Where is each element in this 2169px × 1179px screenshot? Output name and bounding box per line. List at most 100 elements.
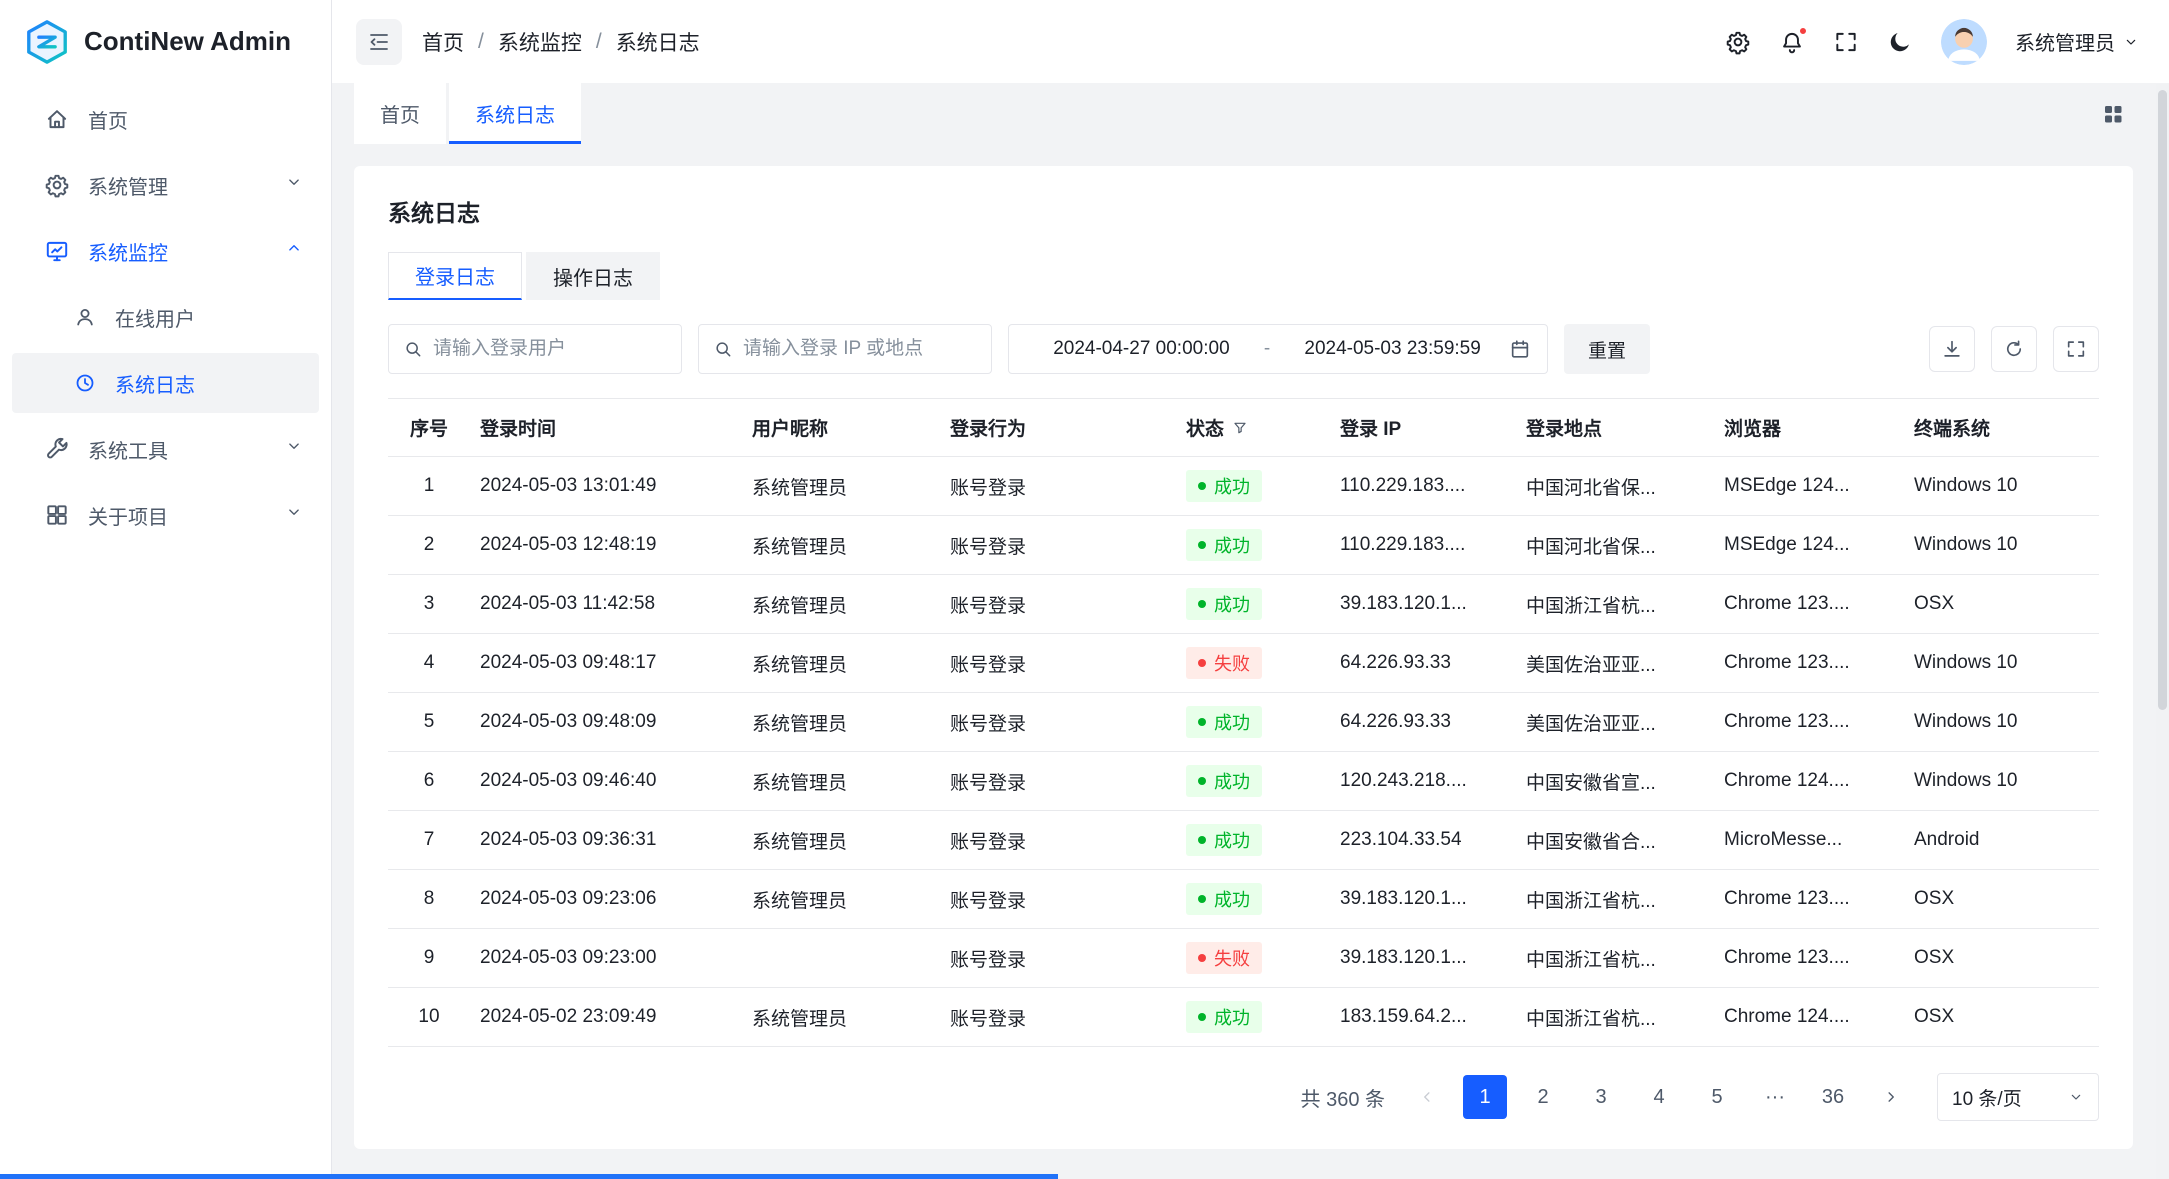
cell-os: Windows 10	[1904, 516, 2099, 575]
reset-button[interactable]: 重置	[1564, 324, 1650, 374]
login-ip-input[interactable]	[743, 338, 977, 360]
sidebar-item-system-tools[interactable]: 系统工具	[12, 419, 319, 479]
col-login-time: 登录时间	[470, 399, 742, 457]
status-dot-icon	[1198, 895, 1206, 903]
sidebar-item-system-management[interactable]: 系统管理	[12, 155, 319, 215]
monitor-icon	[44, 238, 70, 264]
table-row: 10 2024-05-02 23:09:49 系统管理员 账号登录 成功 183…	[388, 988, 2099, 1047]
cell-index: 4	[388, 634, 470, 693]
chevron-left-icon	[1418, 1088, 1436, 1106]
breadcrumb-item-system-monitor[interactable]: 系统监控	[498, 27, 582, 57]
cell-ip: 223.104.33.54	[1330, 811, 1516, 870]
page-button-1[interactable]: 1	[1463, 1075, 1507, 1119]
table-header-row: 序号 登录时间 用户昵称 登录行为 状态	[388, 399, 2099, 457]
status-text: 失败	[1214, 945, 1250, 971]
expand-button[interactable]	[2053, 326, 2099, 372]
horizontal-scrollbar-thumb[interactable]	[0, 1174, 1058, 1179]
page-button-36[interactable]: 36	[1811, 1075, 1855, 1119]
status-text: 成功	[1214, 827, 1250, 853]
date-start: 2024-04-27 00:00:00	[1025, 338, 1258, 360]
cell-location: 中国浙江省杭...	[1516, 575, 1714, 634]
cell-location: 中国浙江省杭...	[1516, 988, 1714, 1047]
cell-ip: 39.183.120.1...	[1330, 870, 1516, 929]
cell-status: 失败	[1176, 929, 1330, 988]
gear-icon	[44, 172, 70, 198]
breadcrumb-item-system-logs: 系统日志	[616, 27, 700, 57]
cell-browser: Chrome 123....	[1714, 929, 1904, 988]
cell-nickname: 系统管理员	[742, 811, 940, 870]
status-badge: 成功	[1186, 765, 1262, 797]
tab-home[interactable]: 首页	[354, 83, 446, 144]
app-logo: ContiNew Admin	[0, 0, 331, 83]
cell-login-time: 2024-05-03 13:01:49	[470, 457, 742, 516]
cell-os: Windows 10	[1904, 693, 2099, 752]
tab-login-logs[interactable]: 登录日志	[388, 252, 522, 300]
page-ellipsis-button[interactable]: ···	[1753, 1075, 1797, 1119]
page-size-select[interactable]: 10 条/页	[1937, 1073, 2099, 1121]
cell-login-time: 2024-05-03 09:48:17	[470, 634, 742, 693]
page-title: 系统日志	[388, 194, 2099, 228]
cell-os: OSX	[1904, 988, 2099, 1047]
sidebar-item-system-logs[interactable]: 系统日志	[12, 353, 319, 413]
prev-page-button[interactable]	[1405, 1075, 1449, 1119]
cell-action: 账号登录	[940, 575, 1176, 634]
cell-ip: 39.183.120.1...	[1330, 575, 1516, 634]
cell-action: 账号登录	[940, 988, 1176, 1047]
notifications-button[interactable]	[1779, 29, 1805, 55]
breadcrumb: 首页 / 系统监控 / 系统日志	[422, 27, 700, 57]
sidebar-collapse-button[interactable]	[356, 19, 402, 65]
breadcrumb-item-home[interactable]: 首页	[422, 27, 464, 57]
user-menu[interactable]: 系统管理员	[2015, 27, 2139, 56]
page-button-3[interactable]: 3	[1579, 1075, 1623, 1119]
avatar[interactable]	[1941, 19, 1987, 65]
status-dot-icon	[1198, 541, 1206, 549]
topbar-actions: 系统管理员	[1725, 19, 2139, 65]
breadcrumb-separator: /	[596, 30, 602, 54]
cell-location: 中国安徽省合...	[1516, 811, 1714, 870]
filter-funnel-icon[interactable]	[1232, 420, 1248, 436]
sidebar-item-system-monitor[interactable]: 系统监控	[12, 221, 319, 281]
cell-status: 成功	[1176, 811, 1330, 870]
cell-action: 账号登录	[940, 693, 1176, 752]
tab-operation-logs[interactable]: 操作日志	[526, 252, 660, 300]
vertical-scrollbar-thumb[interactable]	[2158, 90, 2167, 710]
cell-status: 成功	[1176, 516, 1330, 575]
cell-nickname: 系统管理员	[742, 575, 940, 634]
date-range-picker[interactable]: 2024-04-27 00:00:00 - 2024-05-03 23:59:5…	[1008, 324, 1548, 374]
sidebar-item-about-project[interactable]: 关于项目	[12, 485, 319, 545]
col-status: 状态	[1176, 399, 1330, 457]
tab-system-logs[interactable]: 系统日志	[449, 83, 581, 144]
settings-button[interactable]	[1725, 29, 1751, 55]
next-page-button[interactable]	[1869, 1075, 1913, 1119]
cell-browser: Chrome 123....	[1714, 693, 1904, 752]
apps-grid-icon	[2101, 102, 2125, 126]
login-user-search	[388, 324, 682, 374]
cell-login-time: 2024-05-03 09:46:40	[470, 752, 742, 811]
sidebar-item-home[interactable]: 首页	[12, 89, 319, 149]
page-button-5[interactable]: 5	[1695, 1075, 1739, 1119]
login-user-input[interactable]	[433, 338, 667, 360]
main-column: 首页 / 系统监控 / 系统日志	[332, 0, 2169, 1179]
sidebar-item-online-users[interactable]: 在线用户	[12, 287, 319, 347]
page-button-2[interactable]: 2	[1521, 1075, 1565, 1119]
app-title: ContiNew Admin	[84, 26, 291, 57]
cell-nickname: 系统管理员	[742, 752, 940, 811]
cell-os: Android	[1904, 811, 2099, 870]
page-button-4[interactable]: 4	[1637, 1075, 1681, 1119]
fullscreen-button[interactable]	[1833, 29, 1859, 55]
cell-location: 美国佐治亚亚...	[1516, 634, 1714, 693]
cell-index: 7	[388, 811, 470, 870]
refresh-button[interactable]	[1991, 326, 2037, 372]
cell-action: 账号登录	[940, 811, 1176, 870]
sidebar-menu: 首页 系统管理 系统监控	[0, 83, 331, 557]
cell-index: 5	[388, 693, 470, 752]
theme-toggle-button[interactable]	[1887, 29, 1913, 55]
cell-action: 账号登录	[940, 634, 1176, 693]
chevron-down-icon	[2068, 1089, 2084, 1105]
cell-browser: MSEdge 124...	[1714, 457, 1904, 516]
tab-list-button[interactable]	[2101, 102, 2125, 126]
cell-location: 美国佐治亚亚...	[1516, 693, 1714, 752]
user-name: 系统管理员	[2015, 27, 2115, 56]
download-button[interactable]	[1929, 326, 1975, 372]
logo-icon	[24, 19, 70, 65]
